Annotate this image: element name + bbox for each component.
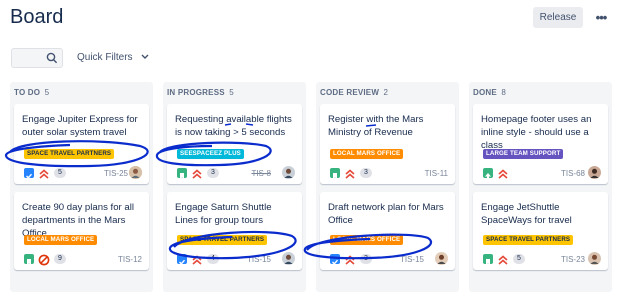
column-count: 5 xyxy=(44,88,50,97)
avatar xyxy=(435,252,448,265)
avatar xyxy=(588,166,601,179)
card-title: Engage Saturn Shuttle Lines for group to… xyxy=(175,202,272,226)
issue-key[interactable]: TIS-15 xyxy=(400,255,424,264)
issue-key[interactable]: TIS-25 xyxy=(104,169,128,178)
story-points-badge: 3 xyxy=(360,168,372,178)
issue-card[interactable]: Engage JetShuttle SpaceWays for travel S… xyxy=(473,192,608,270)
avatar xyxy=(129,166,142,179)
column-count: 8 xyxy=(501,88,507,97)
column-header: DONE 8 xyxy=(473,88,506,97)
card-title: Requesting available flights is now taki… xyxy=(175,114,292,138)
column-in-progress: IN PROGRESS 5 Requesting available fligh… xyxy=(163,82,306,292)
column-header: TO DO 5 xyxy=(14,88,49,97)
highest-priority-icon xyxy=(191,167,203,179)
highest-priority-icon xyxy=(344,253,356,265)
epic-label: SEESPACEEZ PLUS xyxy=(177,149,244,159)
card-footer: 4 TIS-15 xyxy=(177,252,295,266)
issue-card[interactable]: Engage Saturn Shuttle Lines for group to… xyxy=(167,192,302,270)
column-name: IN PROGRESS xyxy=(167,88,225,97)
story-icon xyxy=(483,254,493,265)
card-footer: TIS-68 xyxy=(483,166,601,180)
column-todo: TO DO 5 Engage Jupiter Express for outer… xyxy=(10,82,153,292)
blocker-icon xyxy=(38,253,50,266)
issue-key[interactable]: TIS-11 xyxy=(425,169,448,178)
column-done: DONE 8 Homepage footer uses an inline st… xyxy=(469,82,612,292)
issue-key[interactable]: TIS-12 xyxy=(118,255,142,264)
avatar xyxy=(588,252,601,265)
highest-priority-icon xyxy=(38,167,50,179)
card-footer: 3 TIS-11 xyxy=(330,168,448,180)
avatar xyxy=(282,166,295,179)
card-footer: 3 TIS-15 xyxy=(330,252,448,266)
card-title: Engage Jupiter Express for outer solar s… xyxy=(22,114,138,138)
epic-label: LARGE TEAM SUPPORT xyxy=(483,149,564,159)
column-name: DONE xyxy=(473,88,497,97)
epic-label: LOCAL MARS OFFICE xyxy=(24,235,98,245)
task-checkbox-icon xyxy=(24,168,34,179)
highest-priority-icon xyxy=(497,253,509,265)
avatar xyxy=(282,252,295,265)
column-header: CODE REVIEW 2 xyxy=(320,88,388,97)
epic-label: LOCAL MARS OFFICE xyxy=(330,235,404,245)
epic-label: SPACE TRAVEL PARTNERS xyxy=(24,149,115,159)
epic-label: SPACE TRAVEL PARTNERS xyxy=(483,235,574,245)
issue-card[interactable]: Draft network plan for Mars Office LOCAL… xyxy=(320,192,455,270)
issue-card[interactable]: Engage Jupiter Express for outer solar s… xyxy=(14,104,149,184)
column-count: 5 xyxy=(229,88,234,97)
quick-filters-label: Quick Filters xyxy=(77,52,133,63)
card-footer: 3 TIS-8 xyxy=(177,166,295,180)
card-footer: 5 TIS-25 xyxy=(24,166,142,180)
card-title: Engage JetShuttle SpaceWays for travel xyxy=(481,202,572,226)
card-footer: 9 TIS-12 xyxy=(24,254,142,266)
issue-key[interactable]: TIS-15 xyxy=(247,255,271,264)
issue-card[interactable]: Register with the Mars Ministry of Reven… xyxy=(320,104,455,184)
column-name: CODE REVIEW xyxy=(320,88,380,97)
task-checkbox-icon xyxy=(330,254,340,265)
card-footer: 5 TIS-23 xyxy=(483,252,601,266)
quick-filters-dropdown[interactable]: Quick Filters xyxy=(77,52,149,63)
story-points-badge: 3 xyxy=(207,168,219,178)
task-checkbox-icon xyxy=(177,254,187,265)
story-points-badge: 9 xyxy=(54,254,66,264)
card-title: Register with the Mars Ministry of Reven… xyxy=(328,114,424,138)
story-icon xyxy=(330,168,340,179)
column-count: 2 xyxy=(383,88,389,97)
improvement-icon xyxy=(483,168,493,179)
story-icon xyxy=(177,168,187,179)
story-points-badge: 4 xyxy=(207,254,219,264)
search-box xyxy=(11,48,63,70)
search-icon[interactable] xyxy=(46,51,58,70)
chevron-down-icon xyxy=(141,52,149,63)
highest-priority-icon xyxy=(344,167,356,179)
column-header: IN PROGRESS 5 xyxy=(167,88,234,97)
search-input[interactable] xyxy=(15,50,45,69)
story-points-badge: 3 xyxy=(360,254,372,264)
column-name: TO DO xyxy=(14,88,41,97)
issue-key[interactable]: TIS-23 xyxy=(561,255,585,264)
more-options-button[interactable]: ••• xyxy=(591,7,611,28)
issue-card[interactable]: Homepage footer uses an inline style - s… xyxy=(473,104,608,184)
issue-key[interactable]: TIS-68 xyxy=(561,169,585,178)
highest-priority-icon xyxy=(191,253,203,265)
epic-label: SPACE TRAVEL PARTNERS xyxy=(177,235,268,245)
release-button[interactable]: Release xyxy=(533,7,583,28)
card-title: Homepage footer uses an inline style - s… xyxy=(481,114,592,151)
card-title: Draft network plan for Mars Office xyxy=(328,202,444,226)
story-points-badge: 5 xyxy=(54,168,66,178)
issue-key[interactable]: TIS-8 xyxy=(251,169,271,178)
page-title: Board xyxy=(10,6,64,28)
story-icon xyxy=(24,254,34,265)
column-code-review: CODE REVIEW 2 Register with the Mars Min… xyxy=(316,82,459,292)
issue-card[interactable]: Requesting available flights is now taki… xyxy=(167,104,302,184)
highest-priority-icon xyxy=(497,167,509,179)
story-points-badge: 5 xyxy=(513,254,525,264)
issue-card[interactable]: Create 90 day plans for all departments … xyxy=(14,192,149,270)
epic-label: LOCAL MARS OFFICE xyxy=(330,149,404,159)
